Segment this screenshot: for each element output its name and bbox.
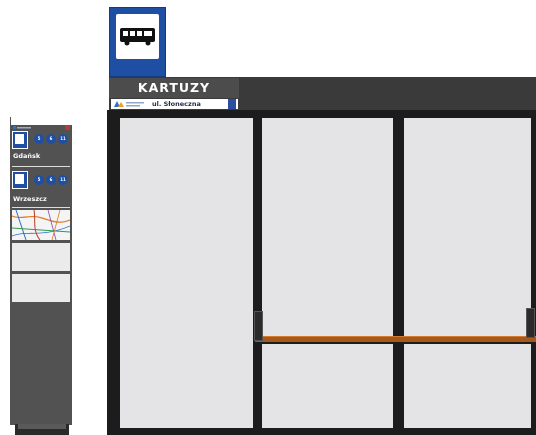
stop-destination: Wrzeszcz: [13, 195, 47, 203]
route-map: [11, 209, 71, 241]
divider: [12, 166, 70, 167]
bench-seat: [255, 336, 536, 342]
line-badge: 5: [34, 175, 44, 185]
city-crest-icon: [228, 99, 236, 109]
glass-panel-center-bottom: [262, 344, 393, 428]
info-card: [12, 243, 70, 271]
glass-panel-right-bottom: [404, 344, 531, 428]
tram-icon: [12, 171, 28, 189]
totem-base-highlight: [18, 424, 66, 429]
bus-sign-plate: [116, 14, 159, 59]
line-badge: 6: [46, 175, 56, 185]
map-icon: [11, 209, 71, 241]
line-badge: 11: [58, 134, 68, 144]
glass-panel-left: [120, 118, 253, 428]
bus-icon: [12, 131, 28, 149]
info-card: [12, 274, 70, 302]
totem-header: [11, 117, 72, 130]
city-name: KARTUZY: [137, 80, 211, 95]
glass-panel-center-top: [262, 118, 393, 336]
stop-destination: Gdańsk: [13, 152, 41, 160]
transit-logo-icon: [114, 101, 144, 107]
line-badge: 5: [34, 134, 44, 144]
bus-icon: [120, 28, 155, 46]
glass-panel-right-top: [404, 118, 531, 336]
bench-bracket-right: [526, 308, 535, 338]
divider: [12, 207, 70, 208]
info-totem: [10, 117, 72, 425]
line-badge: 6: [46, 134, 56, 144]
bench-bracket-left: [254, 311, 263, 341]
stop-name: ul. Słoneczna: [152, 100, 201, 108]
bus-stop-sign: [109, 7, 166, 77]
line-badge: 11: [58, 175, 68, 185]
